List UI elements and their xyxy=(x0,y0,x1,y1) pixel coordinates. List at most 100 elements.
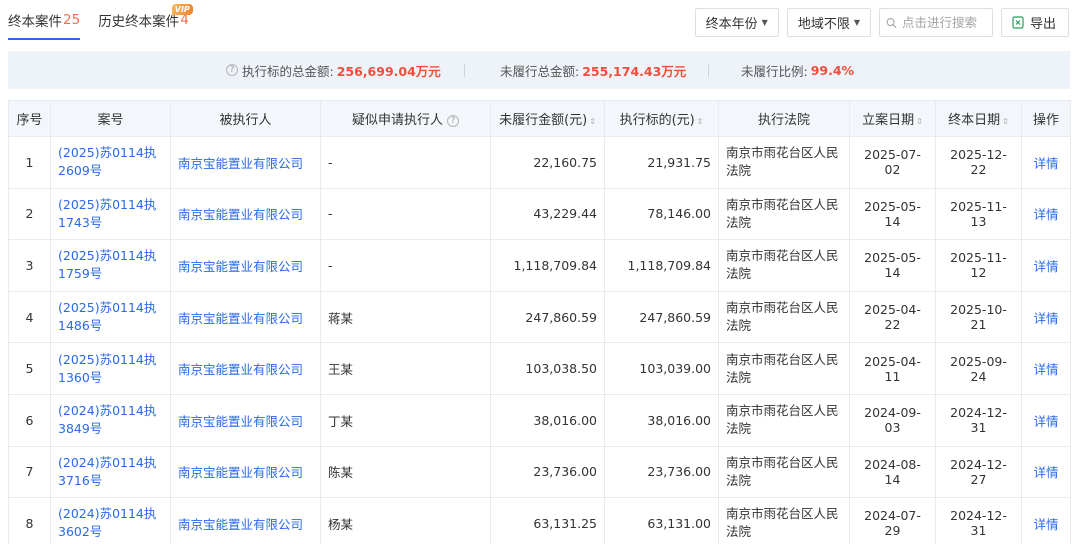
row-index: 3 xyxy=(8,239,51,292)
party-name-link[interactable]: 南京宝能置业有限公司 xyxy=(170,187,321,241)
file-date: 2024-08-14 xyxy=(849,445,936,499)
year-filter-dropdown[interactable]: 终本年份 ▼ xyxy=(694,8,779,37)
party-name-link[interactable]: 南京宝能置业有限公司 xyxy=(170,342,321,395)
case-number-link[interactable]: (2025)苏0114执1486号 xyxy=(50,290,171,344)
target-amount: 78,146.00 xyxy=(604,187,719,241)
case-number-link[interactable]: (2024)苏0114执3849号 xyxy=(50,393,171,447)
applicant-name: 王某 xyxy=(320,342,491,395)
sort-icon[interactable]: ⇕ xyxy=(589,117,596,126)
file-date: 2024-09-03 xyxy=(849,393,936,447)
summary-total-label: 执行标的总金额: xyxy=(242,63,334,79)
header-index: 序号 xyxy=(8,100,51,137)
details-link[interactable]: 详情 xyxy=(1021,445,1071,499)
target-amount: 247,860.59 xyxy=(604,290,719,344)
details-link[interactable]: 详情 xyxy=(1021,290,1071,344)
unperformed-amount: 247,860.59 xyxy=(490,290,605,344)
summary-unperformed: 未履行总金额: 255,174.43万元 xyxy=(500,51,686,89)
export-button[interactable]: 导出 xyxy=(1000,8,1069,37)
party-name-link[interactable]: 南京宝能置业有限公司 xyxy=(170,445,321,499)
header-unperformed-amount[interactable]: 未履行金额(元) ⇕ xyxy=(490,100,605,137)
summary-ratio: 未履行比例: 99.4% xyxy=(741,51,854,89)
search-input[interactable] xyxy=(901,15,986,30)
case-number-link[interactable]: (2025)苏0114执2609号 xyxy=(50,136,171,189)
details-link[interactable]: 详情 xyxy=(1021,239,1071,292)
details-link[interactable]: 详情 xyxy=(1021,187,1071,241)
caret-down-icon: ▼ xyxy=(761,18,768,27)
case-number-link[interactable]: (2025)苏0114执1360号 xyxy=(50,342,171,395)
sort-icon[interactable]: ⇕ xyxy=(916,117,923,126)
details-link[interactable]: 详情 xyxy=(1021,136,1071,189)
party-name-link[interactable]: 南京宝能置业有限公司 xyxy=(170,239,321,292)
table-row: 8 (2024)苏0114执3602号 南京宝能置业有限公司 杨某 63,131.25 6… xyxy=(8,497,1071,544)
summary-total: ? 执行标的总金额: 256,699.04万元 xyxy=(226,51,441,89)
header-target-amount[interactable]: 执行标的(元) ⇕ xyxy=(604,100,719,137)
header-label: 终本日期 xyxy=(948,113,1001,128)
header-label: 被执行人 xyxy=(219,113,272,128)
sort-icon[interactable]: ⇕ xyxy=(1002,117,1009,126)
party-name-link[interactable]: 南京宝能置业有限公司 xyxy=(170,290,321,344)
divider xyxy=(708,64,709,77)
search-box xyxy=(878,8,993,37)
sort-icon[interactable]: ⇕ xyxy=(697,117,704,126)
end-date: 2024-12-31 xyxy=(935,497,1022,544)
summary-ratio-label: 未履行比例: xyxy=(741,63,808,79)
case-number-link[interactable]: (2025)苏0114执1743号 xyxy=(50,187,171,241)
target-amount: 63,131.00 xyxy=(604,497,719,544)
end-date: 2025-09-24 xyxy=(935,342,1022,395)
case-number-link[interactable]: (2025)苏0114执1759号 xyxy=(50,239,171,292)
question-icon[interactable]: ? xyxy=(447,114,459,127)
terminated-cases-table: 序号 案号 被执行人 疑似申请执行人? 未履行金额(元) ⇕ 执行标的(元) ⇕ 执… xyxy=(8,100,1071,544)
summary-unperformed-value: 255,174.43万元 xyxy=(582,63,687,79)
header-file-date[interactable]: 立案日期 ⇕ xyxy=(849,100,936,137)
details-link[interactable]: 详情 xyxy=(1021,342,1071,395)
end-date: 2025-10-21 xyxy=(935,290,1022,344)
unperformed-amount: 1,118,709.84 xyxy=(490,239,605,292)
vip-badge: VIP xyxy=(171,4,193,15)
unperformed-amount: 22,160.75 xyxy=(490,136,605,189)
header-applicant: 疑似申请执行人? xyxy=(320,100,491,137)
case-number-link[interactable]: (2024)苏0114执3602号 xyxy=(50,497,171,544)
end-date: 2025-12-22 xyxy=(935,136,1022,189)
end-date: 2024-12-31 xyxy=(935,393,1022,447)
end-date: 2025-11-12 xyxy=(935,239,1022,292)
file-date: 2025-07-02 xyxy=(849,136,936,189)
tab-historical-terminated-cases[interactable]: 历史终本案件 4 VIP xyxy=(98,0,193,40)
divider xyxy=(464,64,465,77)
summary-bar: ? 执行标的总金额: 256,699.04万元 未履行总金额: 255,174.… xyxy=(8,51,1070,89)
applicant-name: - xyxy=(320,239,491,292)
file-date: 2025-05-14 xyxy=(849,239,936,292)
case-tabs: 终本案件 25 历史终本案件 4 VIP xyxy=(8,0,207,40)
tab-terminated-cases[interactable]: 终本案件 25 xyxy=(8,0,81,40)
case-number-link[interactable]: (2024)苏0114执3716号 xyxy=(50,445,171,499)
header-label: 执行标的(元) xyxy=(619,113,695,128)
party-name-link[interactable]: 南京宝能置业有限公司 xyxy=(170,497,321,544)
table-row: 2 (2025)苏0114执1743号 南京宝能置业有限公司 -43,229.44 78… xyxy=(8,187,1071,241)
table-row: 7 (2024)苏0114执3716号 南京宝能置业有限公司 陈某 23,736.00 2… xyxy=(8,445,1071,499)
party-name-link[interactable]: 南京宝能置业有限公司 xyxy=(170,136,321,189)
court-name: 南京市雨花台区人民法院 xyxy=(718,290,850,344)
row-index: 2 xyxy=(8,187,51,241)
row-index: 4 xyxy=(8,290,51,344)
table-row: 5 (2025)苏0114执1360号 南京宝能置业有限公司 王某 103,038.50… xyxy=(8,342,1071,395)
header-label: 操作 xyxy=(1032,113,1059,128)
excel-export-icon xyxy=(1012,16,1024,29)
details-link[interactable]: 详情 xyxy=(1021,497,1071,544)
file-date: 2025-04-11 xyxy=(849,342,936,395)
party-name-link[interactable]: 南京宝能置业有限公司 xyxy=(170,393,321,447)
target-amount: 21,931.75 xyxy=(604,136,719,189)
details-link[interactable]: 详情 xyxy=(1021,393,1071,447)
question-icon[interactable]: ? xyxy=(226,64,238,76)
header-end-date[interactable]: 终本日期 ⇕ xyxy=(935,100,1022,137)
unperformed-amount: 38,016.00 xyxy=(490,393,605,447)
table-row: 3 (2025)苏0114执1759号 南京宝能置业有限公司 -1,118,709.8… xyxy=(8,239,1071,292)
court-name: 南京市雨花台区人民法院 xyxy=(718,187,850,241)
region-filter-dropdown[interactable]: 地域不限 ▼ xyxy=(786,8,871,37)
summary-ratio-value: 99.4% xyxy=(810,62,855,78)
unperformed-amount: 43,229.44 xyxy=(490,187,605,241)
applicant-name: 蒋某 xyxy=(320,290,491,344)
tab-label: 终本案件 xyxy=(8,14,62,30)
court-name: 南京市雨花台区人民法院 xyxy=(718,497,850,544)
tab-label: 历史终本案件 xyxy=(98,14,180,30)
header-label: 未履行金额(元) xyxy=(499,113,588,128)
applicant-name: 杨某 xyxy=(320,497,491,544)
